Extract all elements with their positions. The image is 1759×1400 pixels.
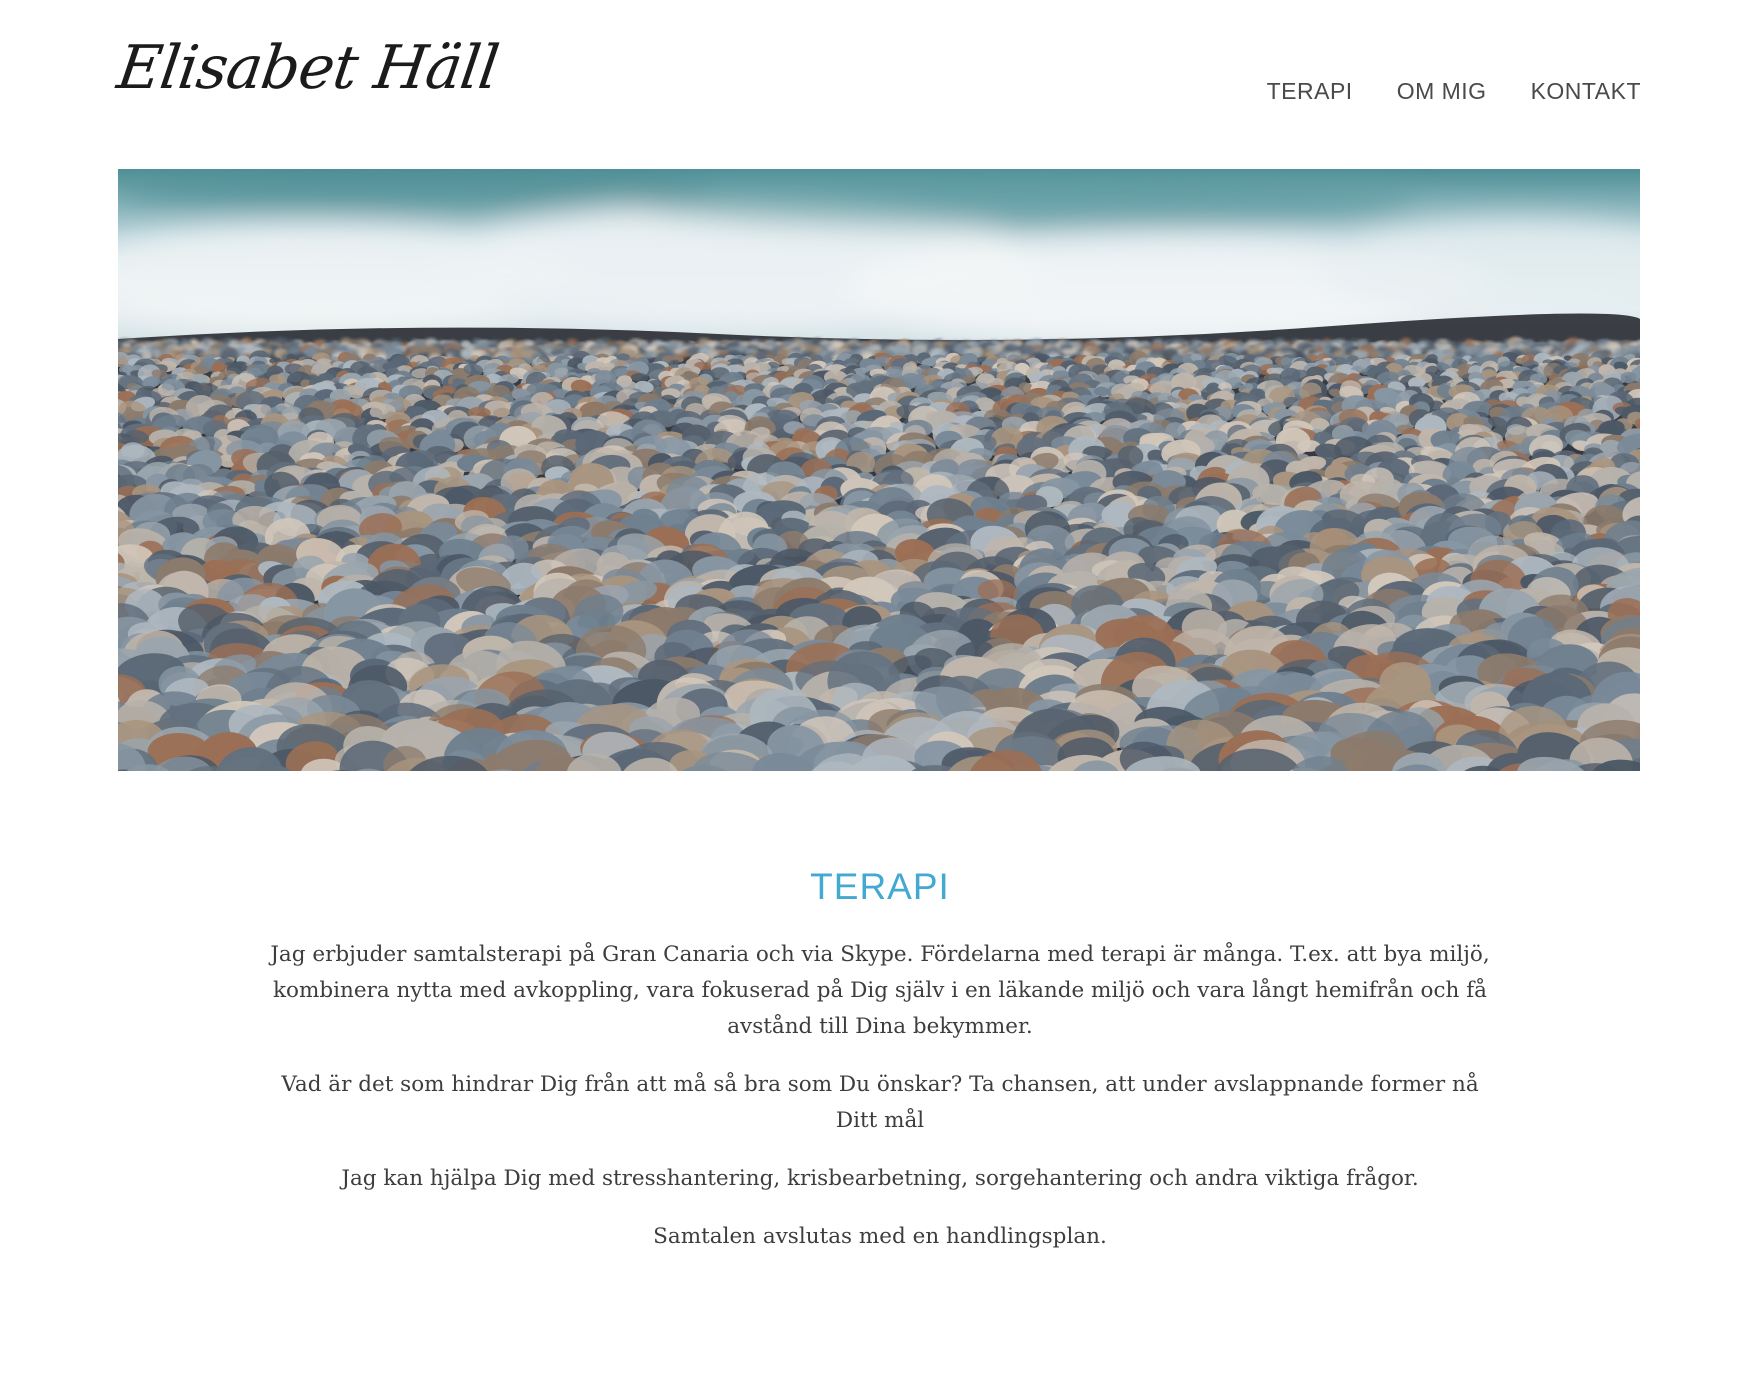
main-nav: TERAPI OM MIG KONTAKT (1267, 78, 1641, 105)
site-logo[interactable]: Elisabet Häll (113, 33, 502, 103)
pebble-beach-photo (118, 169, 1640, 771)
nav-link-kontakt[interactable]: KONTAKT (1531, 78, 1641, 105)
nav-link-terapi[interactable]: TERAPI (1267, 78, 1353, 105)
pebble (1620, 371, 1637, 384)
site-header: Elisabet Häll TERAPI OM MIG KONTAKT (113, 30, 1641, 120)
nav-link-om-mig[interactable]: OM MIG (1397, 78, 1487, 105)
hero-image (118, 169, 1640, 771)
